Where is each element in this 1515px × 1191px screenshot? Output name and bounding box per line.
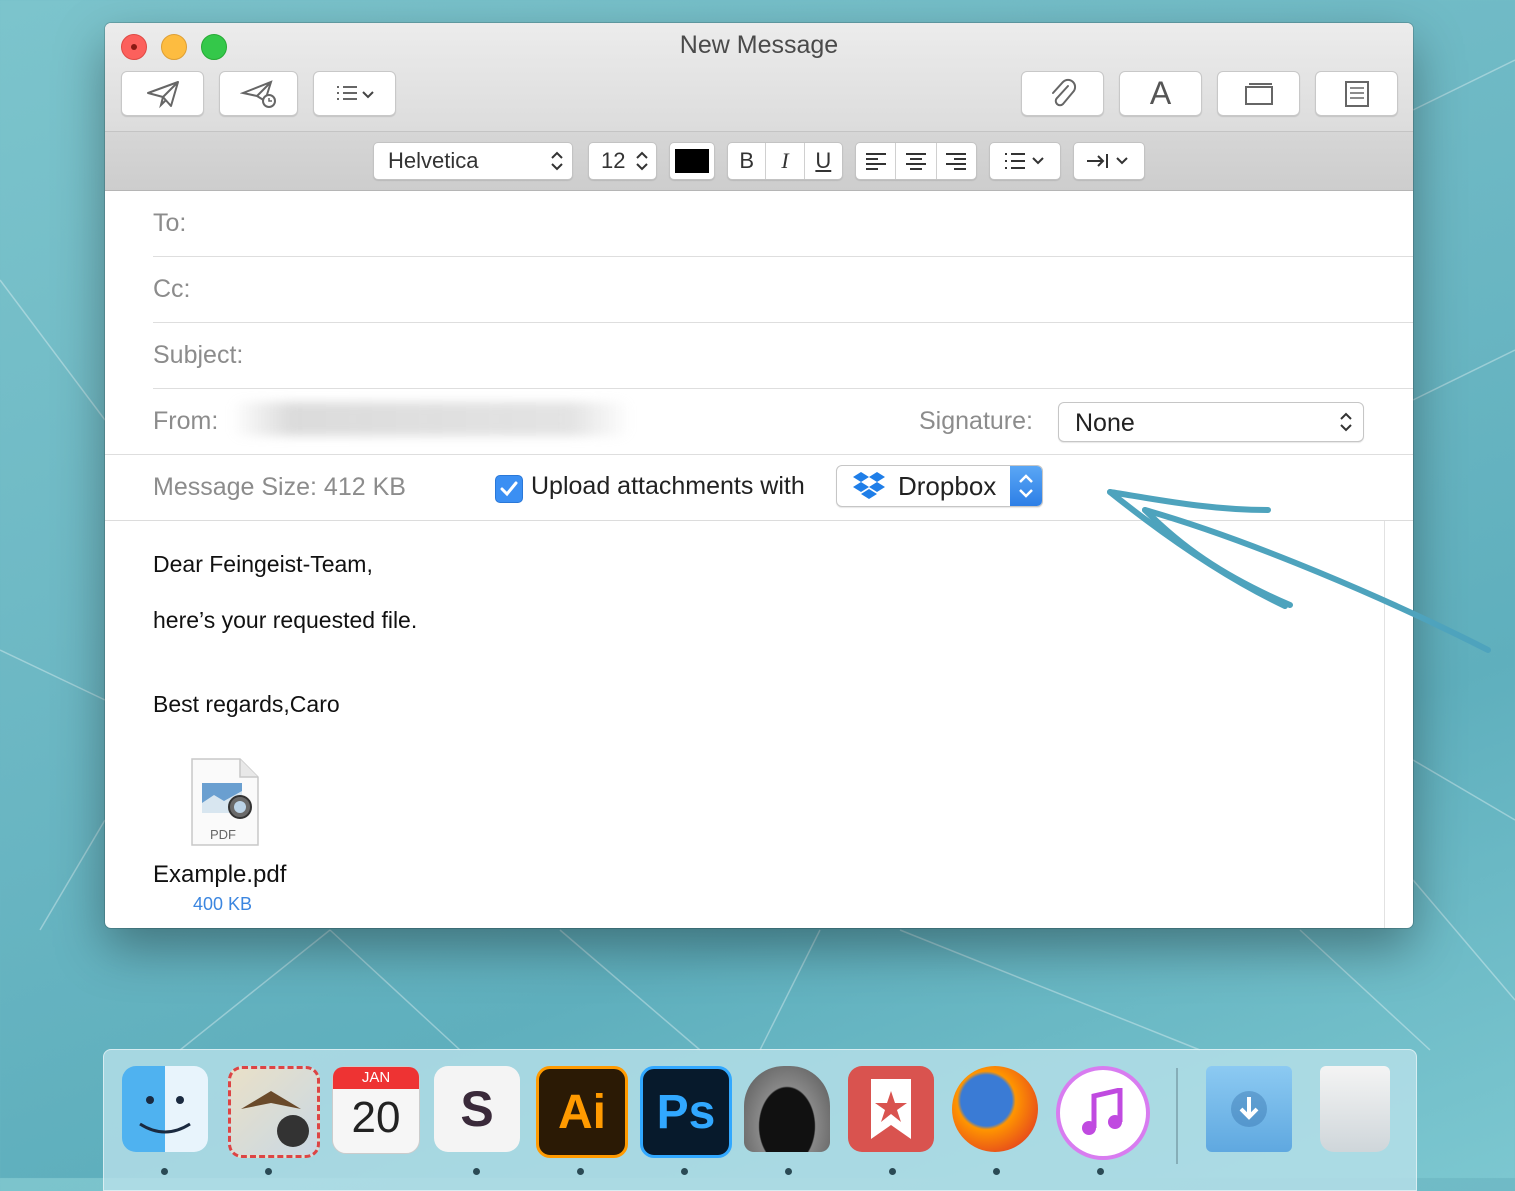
eagle-stamp-icon [241,1091,309,1147]
align-right-button[interactable] [937,143,976,179]
annotation-arrow [1107,489,1491,653]
window-title: New Message [679,31,839,59]
signature-label: Signature: [919,407,1033,435]
running-indicator [681,1168,688,1175]
downloads-folder-icon[interactable] [1206,1066,1292,1152]
send-later-button[interactable] [219,71,298,116]
up-down-chevron-icon [1340,412,1352,432]
header-fields-button[interactable] [313,71,396,116]
paper-plane-icon [146,80,179,108]
list-style-button[interactable] [989,142,1061,180]
tunnel-app-icon[interactable] [744,1066,830,1152]
running-indicator [889,1168,896,1175]
font-family-select[interactable]: Helvetica [373,142,573,180]
align-left-button[interactable] [856,143,897,179]
up-down-chevron-icon [636,151,648,171]
paperclip-icon [1051,78,1076,106]
up-down-chevron-icon [551,151,563,171]
align-center-icon [905,153,926,170]
body-line: Best regards,Caro [153,691,340,717]
to-label: To: [153,209,187,237]
itunes-icon[interactable] [1056,1066,1150,1160]
checkmark-icon [500,481,518,497]
bulleted-list-icon [1005,153,1044,169]
align-center-button[interactable] [896,143,937,179]
titlebar: New Message A [105,23,1413,132]
subject-label: Subject: [153,341,244,369]
dropbox-icon [853,472,885,499]
mail-icon[interactable] [228,1066,320,1158]
window-icon [1244,82,1273,105]
send-button[interactable] [121,71,204,116]
select-stepper [1010,466,1042,506]
running-indicator [265,1168,272,1175]
running-indicator [577,1168,584,1175]
calendar-day: 20 [351,1093,401,1142]
finder-face-icon [139,1096,191,1134]
finder-icon[interactable] [122,1066,208,1152]
font-size-value: 12 [601,148,626,173]
photoshop-icon[interactable]: Ps [640,1066,732,1158]
alignment-group [855,142,977,180]
from-row: From: Signature: None [153,389,1413,454]
italic-button[interactable]: I [766,143,805,179]
calendar-month: JAN [333,1067,419,1089]
indent-button[interactable] [1073,142,1145,180]
illustrator-icon[interactable]: Ai [536,1066,628,1158]
paper-plane-clock-icon [239,79,276,108]
color-swatch [675,149,709,173]
attach-button[interactable] [1021,71,1104,116]
cc-label: Cc: [153,275,191,303]
slack-icon[interactable]: S [434,1066,520,1152]
running-indicator [161,1168,168,1175]
running-indicator [785,1168,792,1175]
from-account-redacted[interactable] [231,402,631,436]
body-line: Dear Feingeist-Team, [153,551,373,577]
subject-field[interactable]: Subject: [153,323,1413,389]
trash-icon[interactable] [1320,1066,1390,1152]
signature-value: None [1075,409,1135,437]
download-arrow-icon [1231,1091,1267,1127]
to-field[interactable]: To: [153,191,1413,257]
stationery-button[interactable] [1315,71,1398,116]
font-family-value: Helvetica [388,148,479,173]
attachment-size: 400 KB [193,894,253,914]
dock: JAN 20 S Ai Ps [103,1049,1417,1191]
from-label: From: [153,407,219,435]
running-indicator [993,1168,1000,1175]
up-down-chevron-icon [1019,474,1033,498]
cc-field[interactable]: Cc: [153,257,1413,323]
align-right-icon [946,153,967,170]
calendar-icon[interactable]: JAN 20 [332,1066,420,1154]
wunderlist-icon[interactable] [848,1066,934,1152]
format-bar: Helvetica 12 B I U [105,132,1413,191]
body-line: here’s your requested file. [153,607,418,633]
attachment-file-icon[interactable]: PDF [190,757,260,847]
dock-separator [1176,1068,1178,1164]
font-size-select[interactable]: 12 [588,142,657,180]
stationery-icon [1344,80,1369,107]
running-indicator [473,1168,480,1175]
text-color-well[interactable] [669,142,715,180]
file-type-label: PDF [210,827,236,842]
star-bookmark-icon [871,1079,911,1139]
firefox-icon[interactable] [952,1066,1038,1152]
fonts-button[interactable]: A [1119,71,1202,116]
align-left-icon [865,153,886,170]
upload-service-select[interactable]: Dropbox [836,465,1043,507]
upload-attachments-label: Upload attachments with [531,472,805,500]
upload-service-value: Dropbox [898,471,997,501]
indent-icon [1087,154,1128,168]
text-style-group: B I U [727,142,843,180]
music-note-icon [1082,1088,1123,1135]
running-indicator [1097,1168,1104,1175]
underline-button[interactable]: U [805,143,842,179]
bold-button[interactable]: B [728,143,767,179]
list-icon [336,85,374,100]
attachment-name: Example.pdf [153,861,287,888]
upload-attachments-checkbox[interactable] [495,475,523,503]
signature-select[interactable]: None [1058,402,1364,442]
photo-browser-button[interactable] [1217,71,1300,116]
message-size-label: Message Size: 412 KB [153,473,406,501]
